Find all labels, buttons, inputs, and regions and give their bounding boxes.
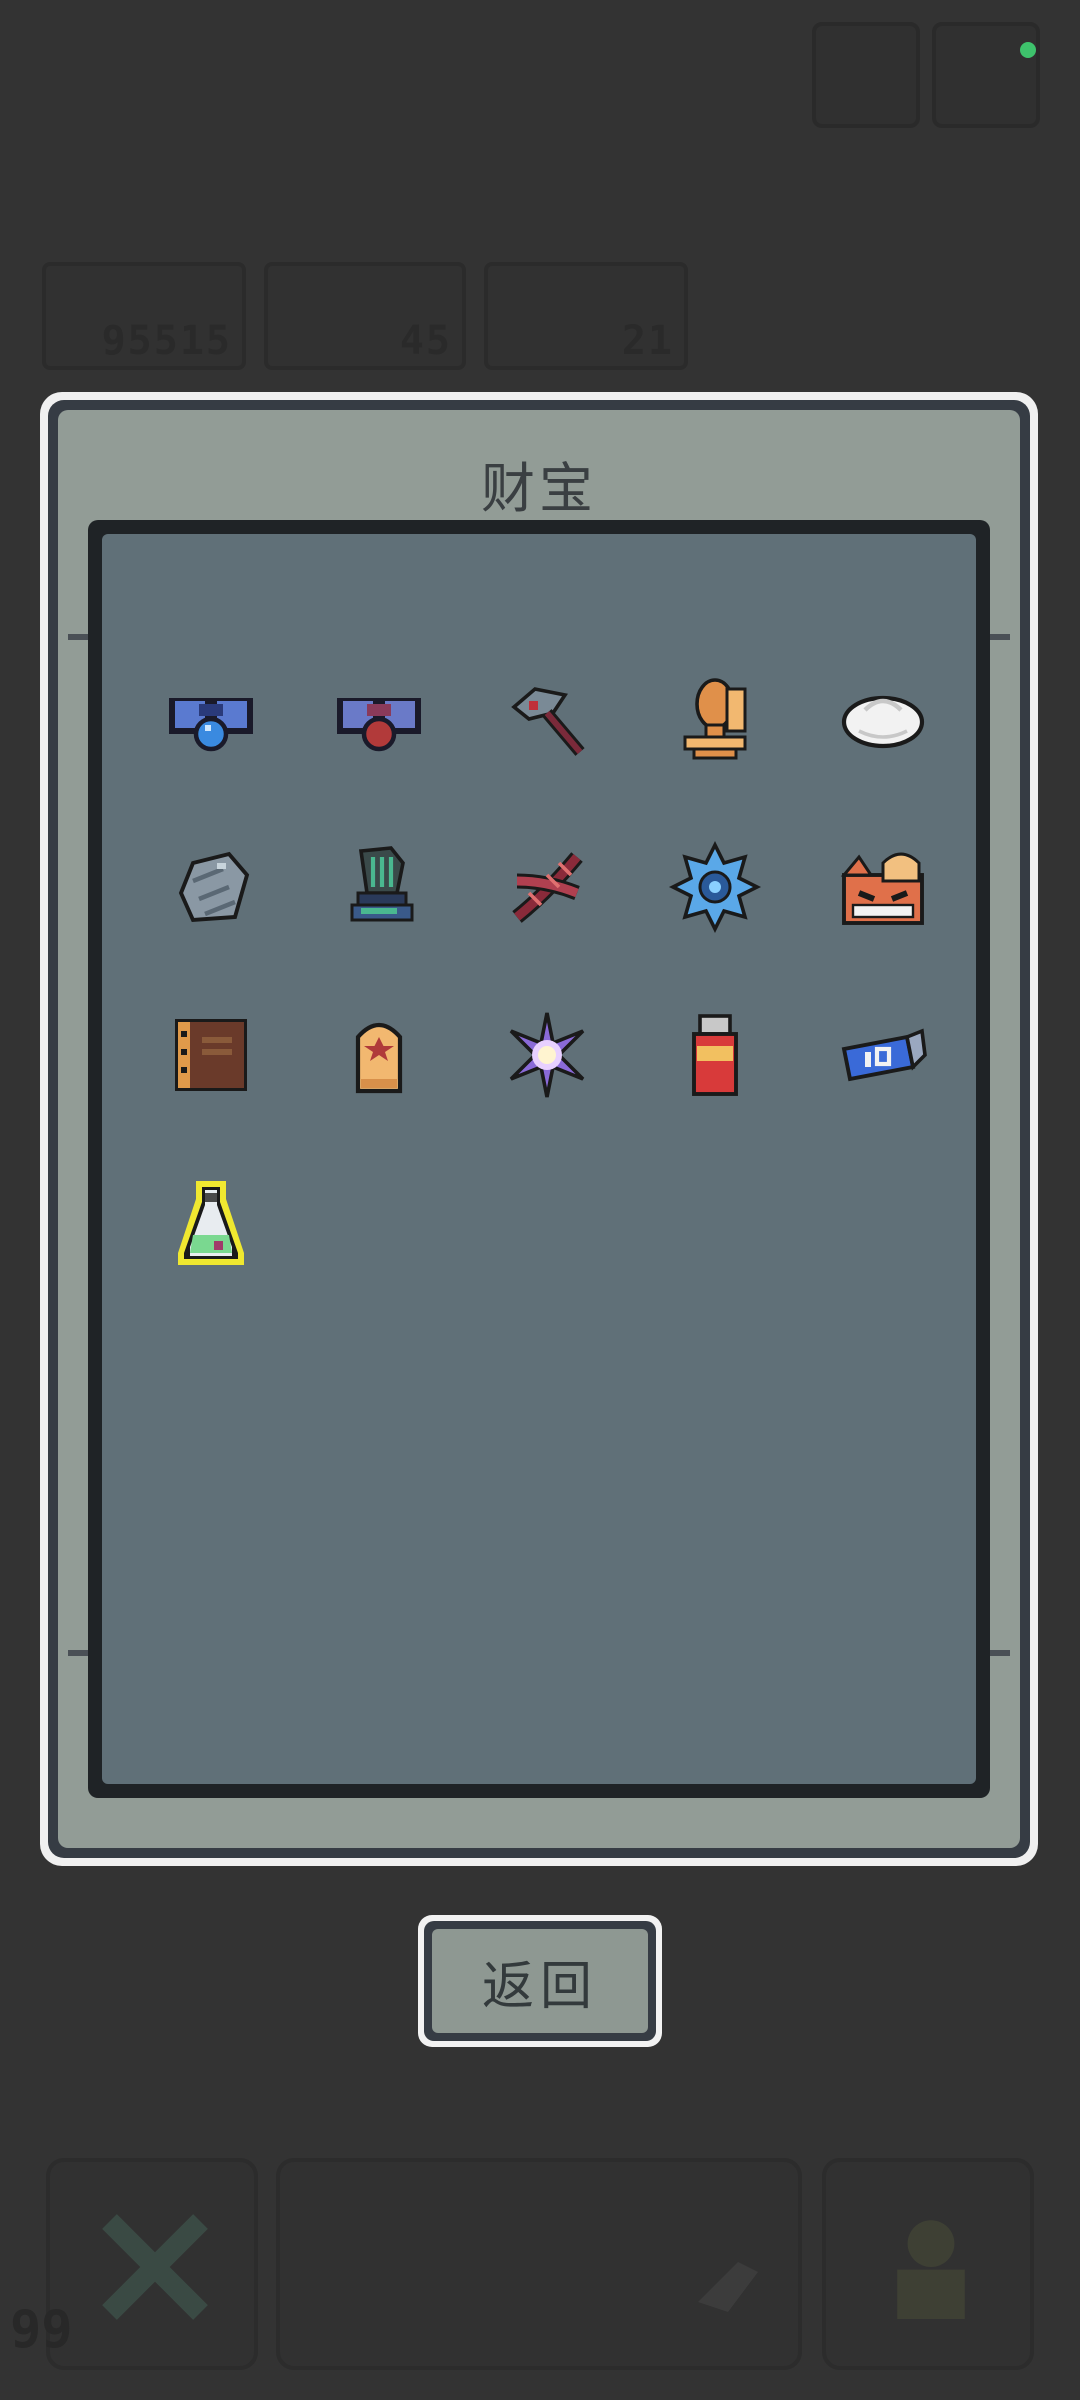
crossed-swords-icon	[102, 2214, 208, 2320]
item-brown-book[interactable]	[156, 1000, 266, 1110]
usb-drive-icon	[692, 1014, 738, 1096]
item-orange-trophy[interactable]	[660, 664, 770, 774]
resource-fish-value: 21	[621, 318, 674, 364]
item-angry-cat-hat[interactable]	[828, 832, 938, 942]
resource-fish: 21	[484, 262, 688, 370]
return-button[interactable]: 返回	[418, 1915, 662, 2047]
return-button-label: 返回	[432, 1929, 648, 2033]
bottom-character-slot[interactable]	[822, 2158, 1034, 2370]
item-hammer[interactable]	[492, 664, 602, 774]
resource-gem: 95515	[42, 262, 246, 370]
brown-book-icon	[175, 1019, 247, 1091]
purple-star-icon	[509, 1012, 585, 1098]
blue-battery-icon	[841, 1028, 927, 1082]
character-icon	[897, 2220, 965, 2319]
item-dna-helix[interactable]	[492, 832, 602, 942]
potion-flask-icon	[178, 1181, 244, 1265]
angry-cat-hat-icon	[840, 852, 924, 925]
resource-token-value: 45	[399, 318, 452, 364]
token-icon	[304, 284, 384, 354]
status-dot	[1020, 42, 1036, 58]
menu-button[interactable]	[812, 22, 920, 128]
item-tombstone[interactable]	[324, 1000, 434, 1110]
rail-notch	[988, 634, 1010, 640]
blue-goggles-icon	[169, 698, 253, 752]
bottom-count: 99	[10, 2300, 73, 2360]
fish-icon	[524, 284, 604, 354]
rail-notch	[988, 1650, 1010, 1656]
hammer-icon	[511, 687, 585, 756]
settings-button[interactable]	[932, 22, 1040, 128]
item-steamed-bun[interactable]	[828, 664, 938, 774]
item-red-goggles[interactable]	[324, 664, 434, 774]
treasure-modal: 财宝	[40, 392, 1038, 1866]
item-blue-gear[interactable]	[660, 832, 770, 942]
blue-gear-icon	[668, 840, 762, 934]
item-grid	[102, 534, 976, 1784]
tombstone-icon	[355, 1022, 403, 1094]
bottom-attack-slot[interactable]	[46, 2158, 258, 2370]
white-steamed-bun-icon	[841, 695, 925, 749]
orange-trophy-icon	[683, 678, 747, 760]
statue-icon	[350, 846, 414, 922]
rail-notch	[68, 634, 90, 640]
item-blue-battery[interactable]	[828, 1000, 938, 1110]
pickaxe-icon	[698, 2262, 758, 2312]
item-statue[interactable]	[324, 832, 434, 942]
red-goggles-icon	[337, 698, 421, 752]
item-potion-flask[interactable]	[156, 1168, 266, 1278]
modal-title: 财宝	[481, 457, 597, 520]
resource-token: 45	[264, 262, 466, 370]
rail-notch	[68, 1650, 90, 1656]
item-blue-goggles[interactable]	[156, 664, 266, 774]
dna-helix-icon	[512, 852, 583, 923]
item-ore-chunk[interactable]	[156, 832, 266, 942]
bottom-center-panel[interactable]	[276, 2158, 802, 2370]
item-grid-frame	[88, 520, 990, 1798]
ore-chunk-icon	[178, 851, 250, 923]
resource-gem-value: 95515	[101, 318, 232, 364]
item-purple-star[interactable]	[492, 1000, 602, 1110]
item-usb-drive[interactable]	[660, 1000, 770, 1110]
